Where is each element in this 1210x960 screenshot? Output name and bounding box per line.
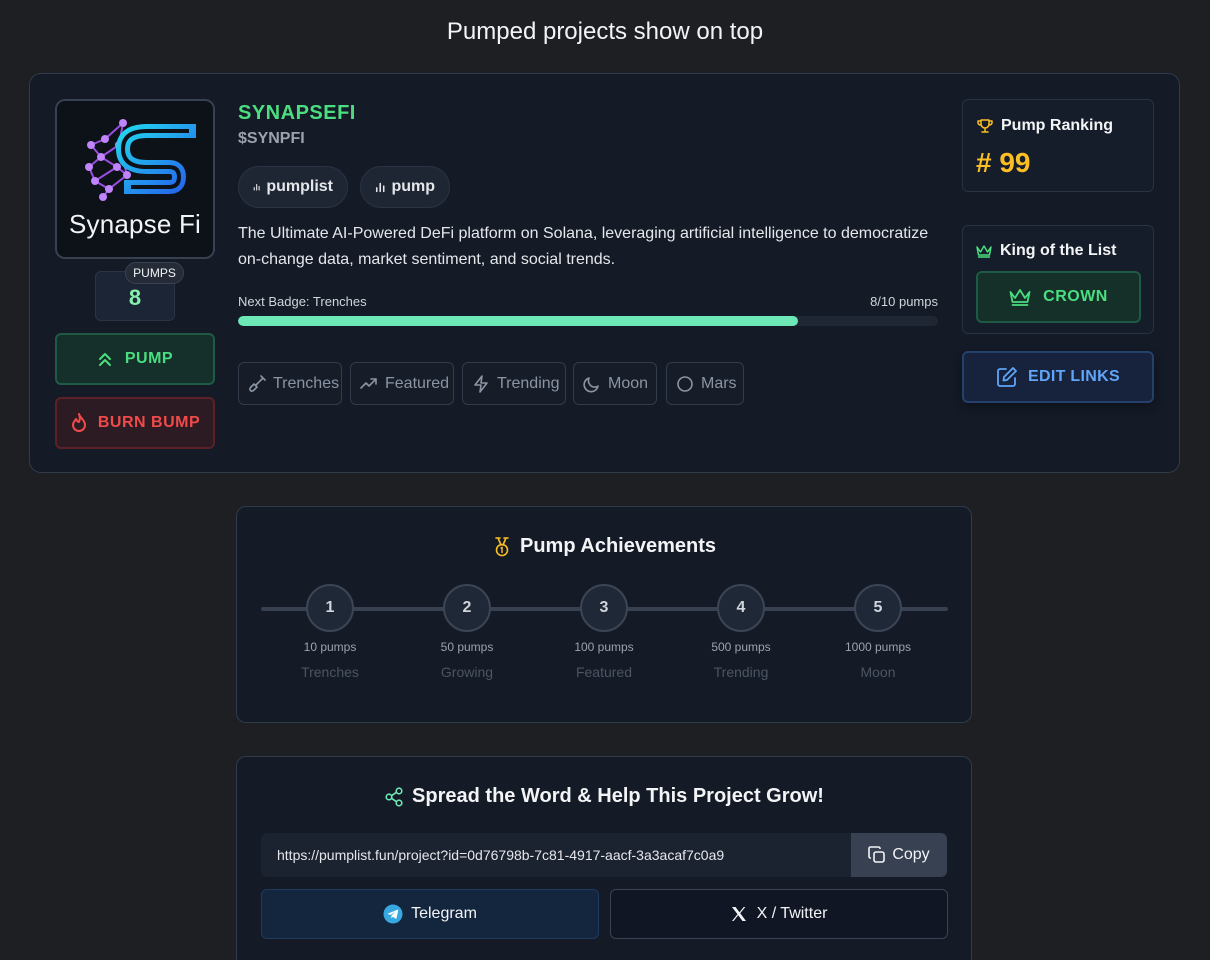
project-ticker: $SYNPFI [238,130,305,147]
badge-label: Featured [385,374,450,392]
badge-label: Moon [608,374,649,392]
achievements-card: Pump Achievements 1 10 pumps Trenches 2 … [236,506,972,723]
logo-wordmark: Synapse Fi [68,209,202,239]
badge-label: Trenches [273,374,340,392]
share-url-field[interactable]: https://pumplist.fun/project?id=0d76798b… [261,833,853,877]
milestone-4: 4 500 pumps Trending [691,584,791,680]
page-heading: Pumped projects show on top [446,18,764,45]
badge-trenches: Trenches [238,362,342,405]
pumps-label-badge: PUMPS [125,262,184,284]
tag-label: pump [391,178,435,195]
badge-trending: Trending [462,362,566,405]
x-logo-icon [731,907,746,921]
pump-button-label: PUMP [124,350,174,367]
tag-pumplist[interactable]: pumplist [238,166,348,208]
pump-ranking-value: # 99 [976,147,1031,178]
achievements-title: Pump Achievements [237,535,971,558]
milestone-number: 4 [717,584,765,632]
copy-icon [868,846,886,863]
telegram-share-button[interactable]: Telegram [261,889,599,939]
project-name: SYNAPSEFI [238,102,356,124]
milestone-name: Moon [860,664,896,680]
milestone-requirement: 500 pumps [711,640,771,654]
shovel-icon [249,374,266,392]
milestone-name: Growing [440,664,494,680]
milestone-number: 3 [580,584,628,632]
badge-label: Mars [701,374,737,392]
crown-icon [1009,289,1031,306]
milestone-2: 2 50 pumps Growing [417,584,517,680]
tag-pump[interactable]: pump [360,166,450,208]
tag-label: pumplist [266,178,333,195]
bar-chart-icon [375,182,385,193]
milestone-5: 5 1000 pumps Moon [828,584,928,680]
trophy-icon [977,119,993,133]
burn-bump-button[interactable]: BURN BUMP [55,397,215,449]
pump-ranking-box: Pump Ranking # 99 [962,99,1154,192]
chevrons-up-icon [98,353,111,366]
telegram-icon [383,904,403,924]
achievements-title-label: Pump Achievements [520,535,716,557]
edit-icon [997,367,1017,387]
circle-icon [677,375,693,392]
copy-button-label: Copy [892,846,930,863]
badge-mars: Mars [666,362,744,405]
twitter-share-button[interactable]: X / Twitter [610,889,948,939]
milestone-1: 1 10 pumps Trenches [280,584,380,680]
milestone-name: Trenches [301,664,359,680]
pump-ranking-label: Pump Ranking [1001,117,1114,134]
badge-moon: Moon [573,362,657,405]
badge-label: Trending [497,374,560,392]
project-logo: Synapse Fi [55,99,215,259]
next-badge-label: Next Badge: Trenches [238,294,367,309]
milestone-requirement: 10 pumps [303,640,357,654]
pump-count-value: 8 [128,285,142,310]
badge-progress-bar [238,316,938,326]
share-card: Spread the Word & Help This Project Grow… [236,756,972,960]
milestone-name: Featured [575,664,633,680]
pump-button[interactable]: PUMP [55,333,215,385]
copy-button[interactable]: Copy [851,833,947,877]
crown-button[interactable]: CROWN [976,271,1141,323]
milestone-requirement: 50 pumps [440,640,494,654]
next-badge-progress-text: 8/10 pumps [870,294,938,309]
king-of-list-box: King of the List CROWN [962,225,1154,334]
share-title: Spread the Word & Help This Project Grow… [237,785,971,808]
milestone-number: 1 [306,584,354,632]
milestone-3: 3 100 pumps Featured [554,584,654,680]
edit-links-label: EDIT LINKS [1028,368,1120,385]
project-card: Synapse Fi 8 PUMPS PUMP BURN BUMP SYNAPS… [29,73,1180,473]
bar-chart-icon [253,184,260,191]
moon-icon [583,376,599,392]
share-icon [385,786,403,807]
milestone-number: 2 [443,584,491,632]
trending-up-icon [360,377,377,389]
milestone-requirement: 1000 pumps [844,640,912,654]
flame-icon [71,413,86,432]
crown-icon [976,245,992,258]
milestone-requirement: 100 pumps [574,640,634,654]
milestone-name: Trending [713,664,769,680]
lightning-icon [474,374,488,393]
king-of-list-label: King of the List [1000,242,1117,259]
pump-ranking-title: Pump Ranking [977,117,1113,135]
edit-links-button[interactable]: EDIT LINKS [962,351,1154,403]
medal-icon [495,536,509,556]
king-of-list-title: King of the List [976,242,1116,260]
share-title-label: Spread the Word & Help This Project Grow… [412,785,824,807]
project-description: The Ultimate AI-Powered DeFi platform on… [238,225,929,268]
crown-button-label: CROWN [1043,288,1108,305]
burn-bump-label: BURN BUMP [97,414,201,431]
badge-progress-fill [238,316,798,326]
milestone-number: 5 [854,584,902,632]
telegram-button-label: Telegram [411,905,477,922]
badge-featured: Featured [350,362,454,405]
twitter-button-label: X / Twitter [756,905,828,922]
